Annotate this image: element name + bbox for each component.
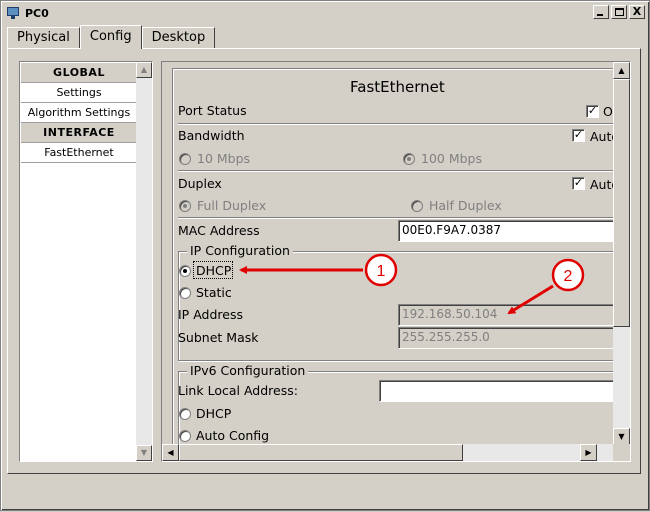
port-status-checkbox[interactable]: ✓ <box>586 105 599 118</box>
duplex-label: Duplex <box>178 176 222 191</box>
tab-desktop[interactable]: Desktop <box>141 27 216 49</box>
half-duplex-label: Half Duplex <box>429 198 502 213</box>
bandwidth-auto-checkbox[interactable]: ✓ <box>572 129 585 142</box>
scroll-right-arrow-icon[interactable]: ▶ <box>580 444 597 461</box>
computer-icon <box>6 6 22 20</box>
config-vertical-scrollbar[interactable]: ▲ ▼ <box>613 62 630 445</box>
half-duplex-radio[interactable] <box>411 200 423 212</box>
ipv6-configuration-legend: IPv6 Configuration <box>187 363 309 378</box>
ip-dhcp-radio[interactable] <box>179 265 191 277</box>
minimize-button[interactable] <box>593 5 609 19</box>
nav-header-global: GLOBAL <box>21 63 137 83</box>
close-button[interactable]: X <box>629 5 645 19</box>
ipv6-auto-config-radio[interactable] <box>179 430 191 442</box>
ip-configuration-legend: IP Configuration <box>187 243 293 258</box>
bandwidth-label: Bandwidth <box>178 128 245 143</box>
full-duplex-label: Full Duplex <box>197 198 267 213</box>
vertical-scroll-thumb[interactable] <box>613 79 630 327</box>
subnet-mask-input[interactable]: 255.255.255.0 <box>398 327 614 349</box>
panel-title: FastEthernet <box>350 78 445 96</box>
window-title: PC0 <box>25 6 49 20</box>
config-horizontal-scrollbar[interactable]: ◀ ▶ <box>162 444 614 461</box>
subnet-mask-label: Subnet Mask <box>178 330 259 345</box>
nav-item-settings[interactable]: Settings <box>21 83 137 103</box>
nav-header-interface: INTERFACE <box>21 123 137 143</box>
pc0-window: PC0 X Physical Config Desktop GLOBAL Set… <box>0 0 650 511</box>
scroll-left-arrow-icon[interactable]: ◀ <box>162 444 179 461</box>
horizontal-scroll-thumb[interactable] <box>179 444 463 461</box>
bandwidth-10-label: 10 Mbps <box>197 151 251 166</box>
ipv6-dhcp-radio[interactable] <box>179 408 191 420</box>
ip-address-label: IP Address <box>178 307 243 322</box>
ip-address-input[interactable]: 192.168.50.104 <box>398 304 614 326</box>
scroll-down-arrow-icon[interactable]: ▼ <box>613 428 630 445</box>
config-nav-list: GLOBAL Settings Algorithm Settings INTER… <box>19 61 153 462</box>
config-panel: FastEthernet Port Status ✓ On Bandwidth … <box>161 61 631 462</box>
tab-bar: Physical Config Desktop <box>7 25 216 49</box>
nav-item-algorithm-settings[interactable]: Algorithm Settings <box>21 103 137 123</box>
tab-config[interactable]: Config <box>79 25 142 49</box>
mac-address-label: MAC Address <box>178 223 260 238</box>
bandwidth-100-radio[interactable] <box>403 153 415 165</box>
nav-item-fastethernet[interactable]: FastEthernet <box>21 143 137 163</box>
ipv6-auto-config-label: Auto Config <box>196 428 270 443</box>
scroll-up-arrow-icon[interactable]: ▲ <box>613 62 630 79</box>
bandwidth-auto-label: Auto <box>590 129 614 144</box>
tab-physical[interactable]: Physical <box>7 27 80 49</box>
title-bar[interactable]: PC0 X <box>4 4 647 22</box>
link-local-label: Link Local Address: <box>178 383 298 398</box>
nav-scrollbar[interactable]: ▲ ▼ <box>136 62 152 461</box>
ipv6-dhcp-label: DHCP <box>196 406 232 421</box>
duplex-auto-label: Auto <box>590 177 614 192</box>
full-duplex-radio[interactable] <box>179 200 191 212</box>
bandwidth-10-radio[interactable] <box>179 153 191 165</box>
maximize-button[interactable] <box>611 5 627 19</box>
port-status-label: Port Status <box>178 103 247 118</box>
scroll-down-arrow-icon[interactable]: ▼ <box>136 445 152 461</box>
ip-static-label: Static <box>196 285 232 300</box>
ip-static-radio[interactable] <box>179 287 191 299</box>
bandwidth-100-label: 100 Mbps <box>421 151 482 166</box>
duplex-auto-checkbox[interactable]: ✓ <box>572 177 585 190</box>
link-local-input[interactable] <box>379 380 614 402</box>
ip-dhcp-label: DHCP <box>196 263 232 278</box>
scroll-up-arrow-icon[interactable]: ▲ <box>136 62 152 78</box>
mac-address-input[interactable]: 00E0.F9A7.0387 <box>398 220 614 242</box>
